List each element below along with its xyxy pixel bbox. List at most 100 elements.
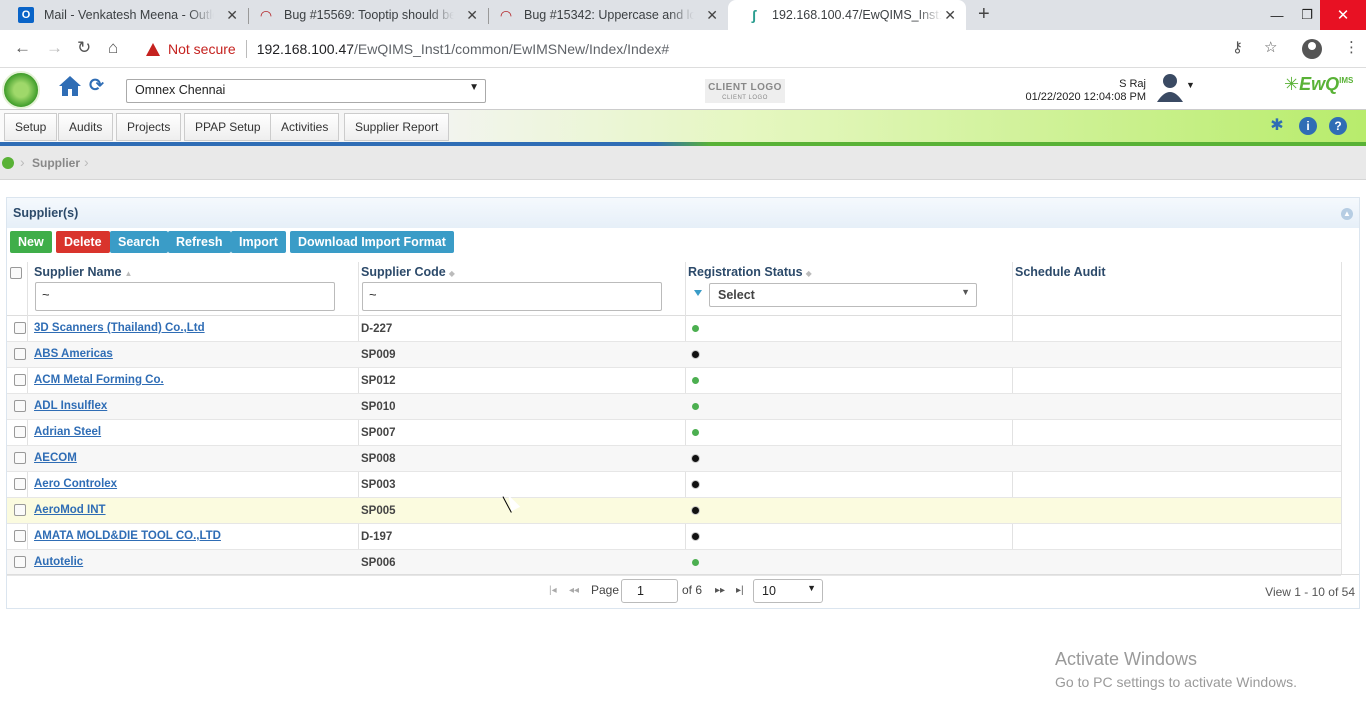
supplier-code: SP012: [361, 375, 396, 387]
supplier-name-link[interactable]: ABS Americas: [34, 348, 113, 360]
menu-audits[interactable]: Audits: [58, 113, 114, 141]
menu-ppap-setup[interactable]: PPAP Setup: [184, 113, 272, 141]
home-icon[interactable]: [58, 74, 82, 98]
pin-icon[interactable]: ✱: [1268, 117, 1286, 135]
tab-title: Bug #15569: Tooptip should be placed: [284, 8, 454, 22]
next-page-icon[interactable]: ▸▸: [715, 585, 725, 596]
table-row[interactable]: AECOM SP008: [7, 446, 1341, 472]
help-icon[interactable]: ?: [1329, 117, 1347, 135]
more-icon[interactable]: ⋮: [1344, 38, 1359, 56]
grid-scrollbar[interactable]: [1341, 262, 1360, 574]
registration-status-filter[interactable]: Select ▼: [709, 283, 977, 307]
row-checkbox[interactable]: [14, 556, 26, 568]
table-row[interactable]: ADL Insulflex SP010: [7, 394, 1341, 420]
user-avatar-icon[interactable]: [1156, 72, 1184, 102]
supplier-name-link[interactable]: AeroMod INT: [34, 504, 106, 516]
supplier-name-link[interactable]: ACM Metal Forming Co.: [34, 374, 164, 386]
row-checkbox[interactable]: [14, 400, 26, 412]
key-icon[interactable]: ⚷: [1232, 38, 1243, 56]
supplier-name-link[interactable]: ADL Insulflex: [34, 400, 107, 412]
browser-tab[interactable]: ◠ Bug #15569: Tooptip should be placed ✕: [240, 0, 488, 30]
row-checkbox[interactable]: [14, 530, 26, 542]
status-green-icon: [692, 325, 699, 332]
reload-icon[interactable]: ↻: [77, 38, 91, 58]
menu-activities[interactable]: Activities: [270, 113, 340, 141]
col-supplier-code[interactable]: Supplier Code ◆: [361, 265, 455, 279]
main-menu: Setup Audits Projects PPAP Setup Activit…: [0, 109, 1366, 142]
download-import-format-button[interactable]: Download Import Format: [290, 231, 454, 253]
status-black-icon: [692, 455, 699, 462]
app-logo[interactable]: [2, 71, 40, 109]
new-tab-button[interactable]: +: [978, 3, 990, 26]
supplier-name-link[interactable]: AECOM: [34, 452, 77, 464]
url-field[interactable]: Not secure 192.168.100.47/EwQIMS_Inst1/c…: [140, 34, 1294, 64]
supplier-name-link[interactable]: Autotelic: [34, 556, 83, 568]
browser-tab[interactable]: ◠ Bug #15342: Uppercase and lowercase ✕: [480, 0, 728, 30]
close-tab-icon[interactable]: ✕: [226, 7, 238, 24]
table-row[interactable]: AMATA MOLD&DIE TOOL CO.,LTD D-197: [7, 524, 1341, 550]
supplier-code: SP010: [361, 401, 396, 413]
refresh-icon[interactable]: ⟳: [89, 75, 111, 97]
row-checkbox[interactable]: [14, 504, 26, 516]
col-registration-status[interactable]: Registration Status ◆: [688, 265, 812, 279]
supplier-code-filter[interactable]: ~: [362, 282, 662, 311]
table-row[interactable]: ABS Americas SP009: [7, 342, 1341, 368]
profile-icon[interactable]: [1302, 39, 1322, 59]
home-crumb-icon[interactable]: [2, 157, 14, 169]
chevron-down-icon: ▼: [469, 82, 479, 93]
browser-tab[interactable]: O Mail - Venkatesh Meena - Outlook ✕: [0, 0, 248, 30]
browser-tab-active[interactable]: ʃ 192.168.100.47/EwQIMS_Inst1/common ✕: [728, 0, 966, 30]
close-tab-icon[interactable]: ✕: [706, 7, 718, 24]
table-row[interactable]: Autotelic SP006: [7, 550, 1341, 576]
menu-setup[interactable]: Setup: [4, 113, 58, 141]
collapse-icon[interactable]: ▲: [1341, 208, 1353, 220]
close-tab-icon[interactable]: ✕: [944, 7, 956, 24]
supplier-panel: Supplier(s) ▲ New Delete Search Refresh …: [6, 197, 1360, 609]
supplier-name-link[interactable]: Aero Controlex: [34, 478, 117, 490]
window-close-icon[interactable]: ✕: [1320, 0, 1366, 30]
supplier-name-link[interactable]: AMATA MOLD&DIE TOOL CO.,LTD: [34, 530, 221, 542]
prev-page-icon[interactable]: ◂◂: [569, 585, 579, 596]
row-checkbox[interactable]: [14, 348, 26, 360]
select-all-checkbox[interactable]: [10, 267, 22, 279]
info-icon[interactable]: i: [1299, 117, 1317, 135]
forward-icon[interactable]: →: [46, 38, 63, 58]
record-count: View 1 - 10 of 54: [1265, 585, 1355, 599]
star-icon[interactable]: ☆: [1264, 38, 1277, 56]
status-green-icon: [692, 429, 699, 436]
home-icon[interactable]: ⌂: [108, 38, 118, 58]
table-row[interactable]: AeroMod INT SP005: [7, 498, 1341, 524]
page-number-input[interactable]: 1: [621, 579, 678, 603]
tab-title: Mail - Venkatesh Meena - Outlook: [44, 8, 214, 22]
refresh-button[interactable]: Refresh: [168, 231, 231, 253]
import-button[interactable]: Import: [231, 231, 286, 253]
search-button[interactable]: Search: [110, 231, 168, 253]
filter-icon[interactable]: [694, 290, 702, 296]
supplier-name-link[interactable]: 3D Scanners (Thailand) Co.,Ltd: [34, 322, 205, 334]
new-button[interactable]: New: [10, 231, 52, 253]
row-checkbox[interactable]: [14, 322, 26, 334]
chevron-down-icon[interactable]: ▼: [1186, 80, 1195, 90]
first-page-icon[interactable]: |◂: [549, 585, 557, 596]
back-icon[interactable]: ←: [14, 38, 31, 58]
row-checkbox[interactable]: [14, 374, 26, 386]
row-checkbox[interactable]: [14, 426, 26, 438]
col-supplier-name[interactable]: Supplier Name ▲: [34, 265, 132, 279]
chevron-down-icon: ▼: [961, 287, 970, 297]
supplier-name-link[interactable]: Adrian Steel: [34, 426, 101, 438]
row-checkbox[interactable]: [14, 478, 26, 490]
table-row[interactable]: Aero Controlex SP003: [7, 472, 1341, 498]
table-row[interactable]: Adrian Steel SP007: [7, 420, 1341, 446]
close-tab-icon[interactable]: ✕: [466, 7, 478, 24]
last-page-icon[interactable]: ▸|: [736, 585, 744, 596]
site-select[interactable]: Omnex Chennai ▼: [126, 79, 486, 103]
menu-supplier-report[interactable]: Supplier Report: [344, 113, 450, 141]
row-checkbox[interactable]: [14, 452, 26, 464]
delete-button[interactable]: Delete: [56, 231, 110, 253]
status-green-icon: [692, 559, 699, 566]
supplier-name-filter[interactable]: ~: [35, 282, 335, 311]
table-row[interactable]: ACM Metal Forming Co. SP012: [7, 368, 1341, 394]
menu-projects[interactable]: Projects: [116, 113, 182, 141]
table-row[interactable]: 3D Scanners (Thailand) Co.,Ltd D-227: [7, 316, 1341, 342]
page-size-select[interactable]: 10 ▼: [753, 579, 823, 603]
